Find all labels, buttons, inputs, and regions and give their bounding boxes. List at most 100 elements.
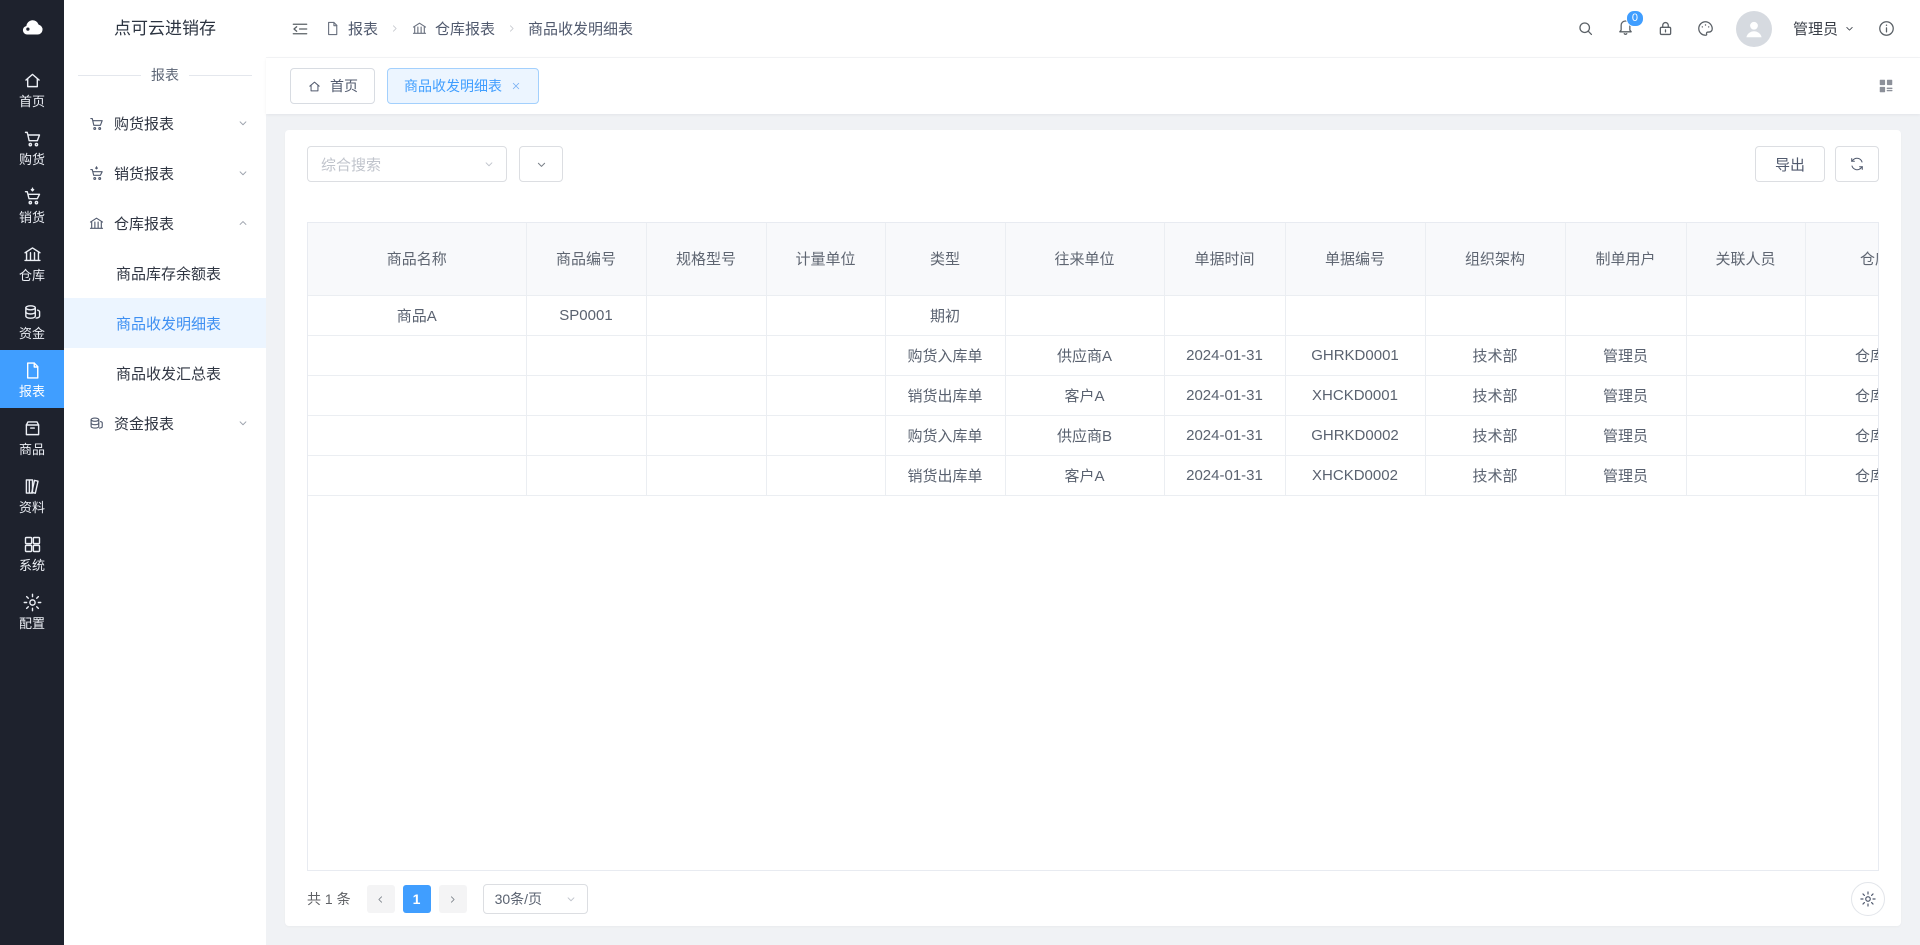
bank-icon [22, 244, 43, 265]
table-cell [1565, 295, 1687, 336]
sidebar-item-sales[interactable]: 销货 [0, 176, 64, 234]
topbar-actions: 0 管理员 [1576, 9, 1896, 47]
menu-group-purchase-reports[interactable]: 购货报表 [64, 98, 266, 148]
table-cell: 仓库B [1805, 455, 1878, 496]
table-cell: 管理员 [1565, 455, 1687, 496]
table-cell [308, 455, 527, 496]
column-header: 单据时间 [1164, 223, 1286, 296]
sidebar-item-data[interactable]: 资料 [0, 466, 64, 524]
table-cell [1686, 295, 1806, 336]
books-icon [22, 476, 43, 497]
sidebar-item-config[interactable]: 配置 [0, 582, 64, 640]
chevron-down-icon [236, 416, 250, 430]
table-cell: 技术部 [1425, 375, 1566, 416]
page-size-select[interactable]: 30条/页 [482, 884, 589, 914]
cart-out-icon [22, 186, 43, 207]
close-icon[interactable] [510, 80, 522, 92]
tab-label: 商品收发明细表 [404, 78, 502, 94]
breadcrumb-item[interactable]: 报表 [324, 18, 378, 39]
sidebar-collapse-icon[interactable] [290, 19, 310, 39]
notification-badge: 0 [1625, 9, 1644, 27]
table-cell: 购货入库单 [885, 415, 1006, 456]
cloud-logo-icon [15, 15, 49, 41]
menu-group-fund-reports[interactable]: 资金报表 [64, 398, 266, 448]
menu-group-warehouse-reports[interactable]: 仓库报表 [64, 198, 266, 248]
table-cell [1686, 335, 1806, 376]
table-row[interactable]: 购货入库单供应商B2024-01-31GHRKD0002技术部管理员 仓库A [308, 415, 1878, 456]
avatar[interactable] [1735, 10, 1772, 47]
sidebar-item-label: 销货 [18, 210, 45, 225]
tabs: 首页 商品收发明细表 [290, 68, 539, 104]
report-table: 商品名称 商品编号 规格型号 计量单位 类型 往来单位 单据时间 单据编号 组织架构 制单用户 关联… [308, 223, 1878, 496]
table-cell: SP0001 [526, 295, 647, 336]
table-cell: 供应商B [1005, 415, 1165, 456]
table-header: 商品名称 商品编号 规格型号 计量单位 类型 往来单位 单据时间 单据编号 组织架构 制单用户 关联… [308, 223, 1878, 296]
column-header: 关联人员 [1686, 223, 1806, 296]
sidebar-item-label: 商品 [18, 442, 45, 457]
table-row[interactable]: 销货出库单客户A2024-01-31XHCKD0002技术部管理员 仓库B [308, 455, 1878, 496]
menu-item-label: 商品收发汇总表 [116, 365, 222, 383]
table-cell [308, 335, 527, 376]
sidebar-item-funds[interactable]: 资金 [0, 292, 64, 350]
notifications-button[interactable]: 0 [1616, 9, 1644, 41]
search-icon[interactable] [1576, 19, 1595, 38]
page-number-button[interactable]: 1 [402, 885, 431, 913]
secondary-sidebar: 点可云进销存 报表 购货报表 销货报表 仓库报表 商品库存余额表 商品收发明细表 商品收发… [64, 0, 266, 945]
column-header: 往来单位 [1005, 223, 1165, 296]
lock-icon[interactable] [1656, 19, 1675, 38]
divider-line [189, 74, 252, 76]
table-cell: 管理员 [1565, 415, 1687, 456]
cart-out-icon [88, 165, 105, 182]
menu-item-stock-balance[interactable]: 商品库存余额表 [64, 248, 266, 298]
prev-page-button[interactable] [366, 885, 395, 913]
sidebar-item-label: 系统 [18, 558, 45, 573]
search-select[interactable]: 综合搜索 [307, 146, 507, 182]
table-cell [1285, 295, 1426, 336]
table-row[interactable]: 销货出库单客户A2024-01-31XHCKD0001技术部管理员 仓库B [308, 375, 1878, 416]
search-expand-button[interactable] [519, 146, 563, 182]
table-cell [1686, 455, 1806, 496]
chevron-right-icon [505, 22, 518, 35]
menu-item-stock-inout-summary[interactable]: 商品收发汇总表 [64, 348, 266, 398]
table-cell: 客户A [1005, 455, 1165, 496]
sidebar-item-home[interactable]: 首页 [0, 60, 64, 118]
table-cell [766, 455, 886, 496]
breadcrumb-item[interactable]: 仓库报表 [411, 18, 495, 39]
home-icon [307, 79, 322, 94]
table-cell [526, 335, 647, 376]
sidebar-item-warehouse[interactable]: 仓库 [0, 234, 64, 292]
next-page-button[interactable] [438, 885, 467, 913]
table-row[interactable]: 购货入库单供应商A2024-01-31GHRKD0001技术部管理员 仓库B [308, 335, 1878, 376]
layout-grid-icon[interactable] [1876, 76, 1896, 96]
info-icon[interactable] [1877, 19, 1896, 38]
sidebar-item-purchase[interactable]: 购货 [0, 118, 64, 176]
table-cell: 2024-01-31 [1164, 415, 1286, 456]
page-size-value: 30条/页 [494, 891, 543, 907]
tab-stock-inout-detail[interactable]: 商品收发明细表 [387, 68, 539, 104]
chevron-up-icon [236, 216, 250, 230]
table-cell: 技术部 [1425, 415, 1566, 456]
sidebar-item-system[interactable]: 系统 [0, 524, 64, 582]
user-menu[interactable]: 管理员 [1793, 18, 1856, 39]
main-area: 报表 仓库报表 商品收发明细表 0 管理员 首页 商品收发明细表 综合搜索 导出… [266, 0, 1920, 945]
menu-item-stock-inout-detail[interactable]: 商品收发明细表 [64, 298, 266, 348]
search-placeholder: 综合搜索 [321, 156, 382, 174]
table-cell [1686, 415, 1806, 456]
palette-icon[interactable] [1696, 19, 1715, 38]
coins-icon [88, 415, 105, 432]
column-settings-button[interactable] [1851, 882, 1885, 916]
grid-icon [22, 534, 43, 555]
sidebar-item-label: 仓库 [18, 268, 45, 283]
table-cell: XHCKD0002 [1285, 455, 1426, 496]
menu-group-sales-reports[interactable]: 销货报表 [64, 148, 266, 198]
table-row[interactable]: 商品A SP0001 期初 [308, 295, 1878, 336]
sidebar-item-reports[interactable]: 报表 [0, 350, 64, 408]
export-button[interactable]: 导出 [1754, 146, 1825, 182]
refresh-button[interactable] [1835, 146, 1879, 182]
sidebar-item-label: 首页 [18, 94, 45, 109]
table-cell [646, 415, 767, 456]
sidebar-item-goods[interactable]: 商品 [0, 408, 64, 466]
table-cell [646, 295, 767, 336]
tab-home[interactable]: 首页 [290, 68, 375, 104]
table-cell: 2024-01-31 [1164, 375, 1286, 416]
